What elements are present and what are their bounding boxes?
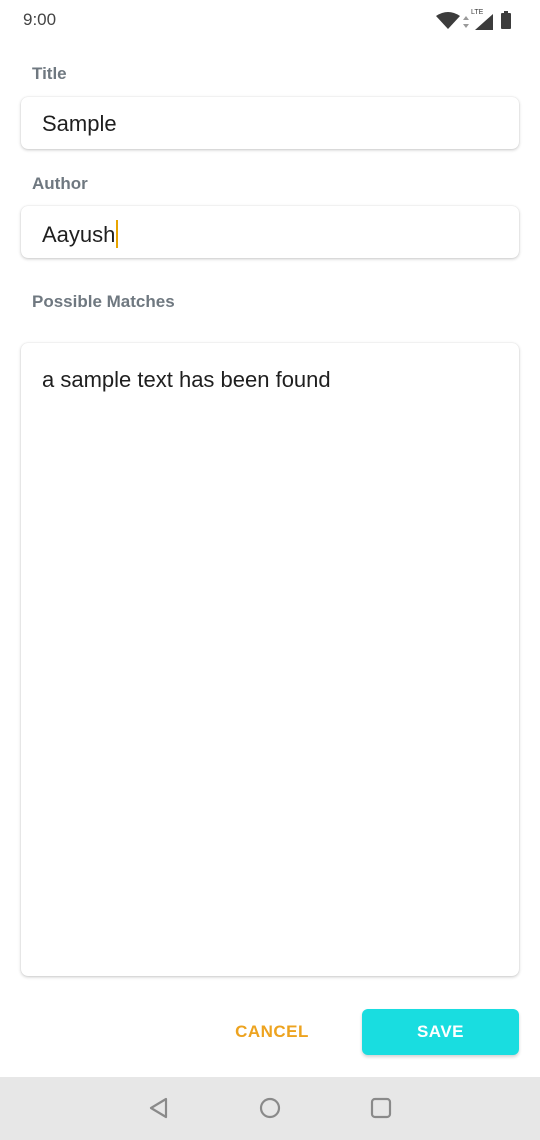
text-cursor [116, 220, 119, 248]
title-input-value: Sample [42, 111, 117, 136]
status-time: 9:00 [23, 10, 57, 29]
save-button[interactable]: SAVE [362, 1009, 519, 1055]
status-icons: LTE [435, 9, 520, 32]
author-input[interactable]: Aayush [21, 206, 519, 258]
cancel-button[interactable]: CANCEL [222, 1009, 322, 1055]
back-icon[interactable] [146, 1095, 172, 1121]
status-bar: 9:00 LTE [0, 0, 540, 40]
title-label: Title [32, 64, 67, 83]
battery-icon [501, 11, 511, 29]
cellular-signal-icon [475, 14, 493, 30]
recents-icon[interactable] [368, 1095, 394, 1121]
possible-matches-text: a sample text has been found [42, 367, 331, 392]
possible-matches-box[interactable]: a sample text has been found [21, 343, 519, 976]
home-icon[interactable] [257, 1095, 283, 1121]
wifi-icon [436, 12, 460, 29]
author-input-value: Aayush [42, 222, 116, 247]
data-arrows-icon [463, 16, 469, 28]
possible-matches-label: Possible Matches [32, 292, 175, 311]
author-label: Author [32, 174, 88, 193]
navigation-bar [0, 1077, 540, 1140]
title-input[interactable]: Sample [21, 97, 519, 149]
